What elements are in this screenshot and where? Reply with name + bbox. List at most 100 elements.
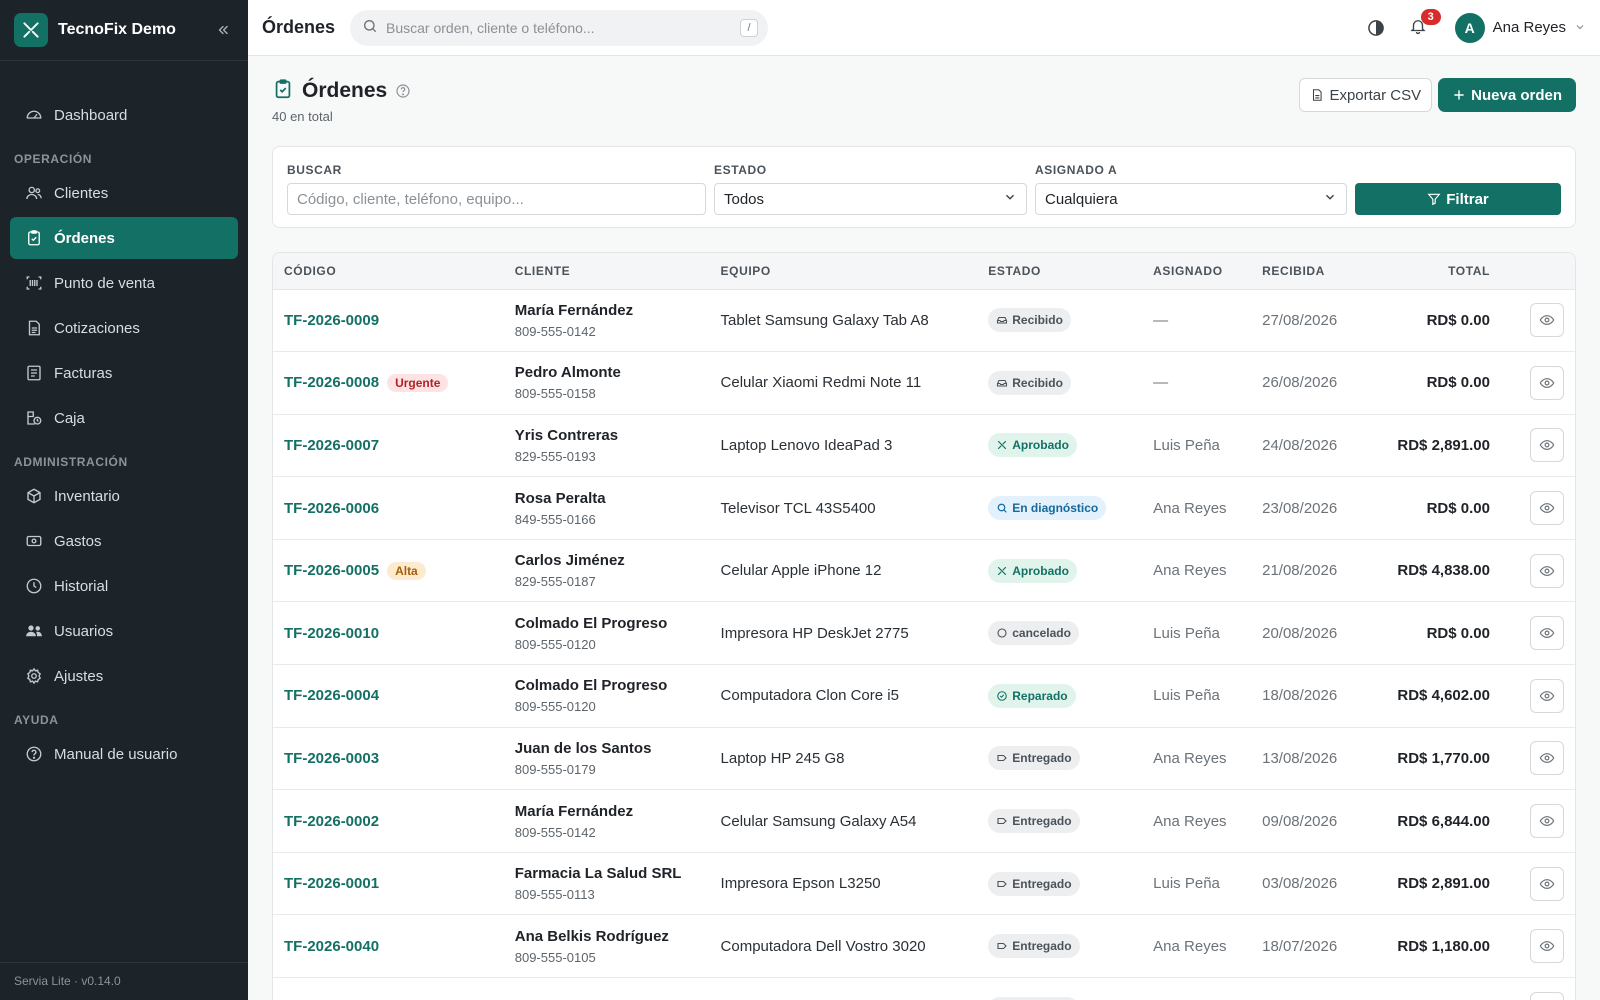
table-row[interactable]: TF-2026-0009 María Fernández 809-555-014… (273, 289, 1575, 353)
view-order-button[interactable] (1530, 804, 1564, 839)
col-assigned[interactable]: ASIGNADO (1142, 253, 1252, 290)
check-circle-icon (996, 690, 1008, 702)
sidebar-item-ordenes[interactable]: Órdenes (10, 217, 238, 259)
status-label: cancelado (1012, 626, 1071, 641)
cell-total: RD$ 1,770.00 (1371, 727, 1501, 791)
order-code-link[interactable]: TF-2026-0004 (284, 687, 379, 704)
order-code-link[interactable]: TF-2026-0002 (284, 813, 379, 830)
order-code-link[interactable]: TF-2026-0007 (284, 437, 379, 454)
sidebar-item-ajustes[interactable]: Ajustes (10, 655, 238, 697)
col-device[interactable]: EQUIPO (709, 253, 978, 290)
page-header: Órdenes 40 en total Exportar CSV Nueva o… (272, 56, 1576, 146)
table-row[interactable]: TF-2026-0007 Yris Contreras 829-555-0193… (273, 414, 1575, 478)
view-order-button[interactable] (1530, 491, 1564, 526)
export-csv-button[interactable]: Exportar CSV (1299, 78, 1433, 112)
view-order-button[interactable] (1530, 616, 1564, 651)
order-code-link[interactable]: TF-2026-0001 (284, 875, 379, 892)
view-order-button[interactable] (1530, 428, 1564, 463)
view-order-button[interactable] (1530, 303, 1564, 338)
client-name: Colmado El Progreso (514, 677, 668, 695)
user-menu[interactable]: A Ana Reyes (1445, 12, 1586, 43)
cell-device: Computadora Clon Core i5 (709, 664, 978, 728)
col-status[interactable]: ESTADO (977, 253, 1143, 290)
cell-received: 20/08/2026 (1251, 601, 1372, 666)
tools-icon (996, 565, 1008, 577)
eye-icon (1539, 563, 1555, 579)
sidebar-item-punto-de-venta[interactable]: Punto de venta (10, 262, 238, 304)
status-badge: cancelado (988, 621, 1079, 646)
col-code[interactable]: CÓDIGO (273, 253, 504, 290)
order-code-link[interactable]: TF-2026-0010 (284, 625, 379, 642)
col-total[interactable]: TOTAL (1371, 253, 1501, 290)
sidebar-item-historial[interactable]: Historial (10, 565, 238, 607)
sidebar-item-caja[interactable]: Caja (10, 397, 238, 439)
table-row[interactable]: TF-2026-0004 Colmado El Progreso 809-555… (273, 664, 1575, 728)
sidebar-item-cotizaciones[interactable]: Cotizaciones (10, 307, 238, 349)
table-row[interactable]: TF-2026-0005 Alta Carlos Jiménez 829-555-… (273, 539, 1575, 603)
notifications-button[interactable]: 3 (1405, 8, 1441, 41)
theme-toggle-icon[interactable] (1363, 15, 1389, 41)
filter-button[interactable]: Filtrar (1355, 183, 1561, 215)
sidebar-item-gastos[interactable]: Gastos (10, 520, 238, 562)
table-row[interactable]: TF-2026-0040 Ana Belkis Rodríguez 809-55… (273, 914, 1575, 979)
cell-device: Celular Xiaomi Redmi Note 11 (709, 351, 978, 415)
assigned-select[interactable]: Cualquiera (1035, 183, 1347, 215)
order-code-link[interactable]: TF-2026-0040 (284, 938, 379, 955)
view-order-button[interactable] (1530, 741, 1564, 776)
order-code-link[interactable]: TF-2026-0003 (284, 750, 379, 767)
table-row[interactable]: TF-2026-0010 Colmado El Progreso 809-555… (273, 601, 1575, 666)
table-row[interactable]: TF-2026-0039 Nurys Paulino Impresora HP … (273, 977, 1575, 1000)
global-search-input[interactable] (386, 19, 740, 36)
help-circle-icon (24, 744, 44, 764)
cell-assigned: Luis Peña (1142, 664, 1252, 728)
search-shortcut-hint: / (740, 18, 758, 37)
new-order-button[interactable]: Nueva orden (1438, 78, 1576, 112)
order-code-link[interactable]: TF-2026-0009 (284, 312, 379, 329)
priority-badge: Alta (387, 561, 426, 580)
cell-assigned: Luis Peña (1142, 977, 1252, 1000)
view-order-button[interactable] (1530, 678, 1564, 713)
table-row[interactable]: TF-2026-0002 María Fernández 809-555-014… (273, 789, 1575, 853)
sidebar-item-clientes[interactable]: Clientes (10, 172, 238, 214)
collapse-sidebar-icon[interactable] (212, 19, 234, 41)
help-icon[interactable] (395, 83, 411, 99)
table-header-row: CÓDIGO CLIENTE EQUIPO ESTADO ASIGNADO RE… (273, 253, 1575, 290)
cell-status: Recibido (977, 351, 1143, 415)
col-received[interactable]: RECIBIDA (1251, 253, 1372, 290)
cell-code: TF-2026-0010 (273, 601, 504, 666)
cell-total: RD$ 4,838.00 (1371, 539, 1501, 603)
sidebar-item-usuarios[interactable]: Usuarios (10, 610, 238, 652)
table-row[interactable]: TF-2026-0006 Rosa Peralta 849-555-0166 T… (273, 476, 1575, 540)
status-badge: Aprobado (988, 433, 1077, 458)
sidebar-item-inventario[interactable]: Inventario (10, 475, 238, 517)
sidebar: TecnoFix Demo Dashboard OPERACIÓN Client… (0, 0, 248, 1000)
col-client[interactable]: CLIENTE (503, 253, 710, 290)
order-code-link[interactable]: TF-2026-0008 (284, 374, 379, 391)
status-select[interactable]: Todos (714, 183, 1027, 215)
filter-search-input[interactable] (287, 183, 706, 215)
sidebar-item-facturas[interactable]: Facturas (10, 352, 238, 394)
global-search[interactable]: / (350, 9, 768, 46)
brand: TecnoFix Demo (0, 0, 248, 61)
cell-client: Colmado El Progreso 809-555-0120 (503, 601, 710, 666)
new-order-label: Nueva orden (1471, 86, 1562, 104)
status-badge: Entregado (988, 809, 1080, 834)
status-badge: En diagnóstico (988, 496, 1107, 521)
eye-icon (1539, 938, 1555, 954)
table-row[interactable]: TF-2026-0001 Farmacia La Salud SRL 809-5… (273, 852, 1575, 916)
view-order-button[interactable] (1530, 866, 1564, 901)
sidebar-item-dashboard[interactable]: Dashboard (10, 94, 238, 136)
filter-button-label: Filtrar (1446, 190, 1489, 208)
search-icon (996, 502, 1008, 514)
view-order-button[interactable] (1530, 929, 1564, 964)
main-content: Órdenes 40 en total Exportar CSV Nueva o… (248, 56, 1600, 1000)
order-code-link[interactable]: TF-2026-0005 (284, 562, 379, 579)
view-order-button[interactable] (1530, 991, 1564, 1000)
cell-assigned: Luis Peña (1142, 414, 1252, 478)
view-order-button[interactable] (1530, 365, 1564, 400)
table-row[interactable]: TF-2026-0008 Urgente Pedro Almonte 809-55… (273, 351, 1575, 415)
sidebar-item-manual[interactable]: Manual de usuario (10, 733, 238, 775)
table-row[interactable]: TF-2026-0003 Juan de los Santos 809-555-… (273, 727, 1575, 791)
view-order-button[interactable] (1530, 553, 1564, 588)
order-code-link[interactable]: TF-2026-0006 (284, 500, 379, 517)
